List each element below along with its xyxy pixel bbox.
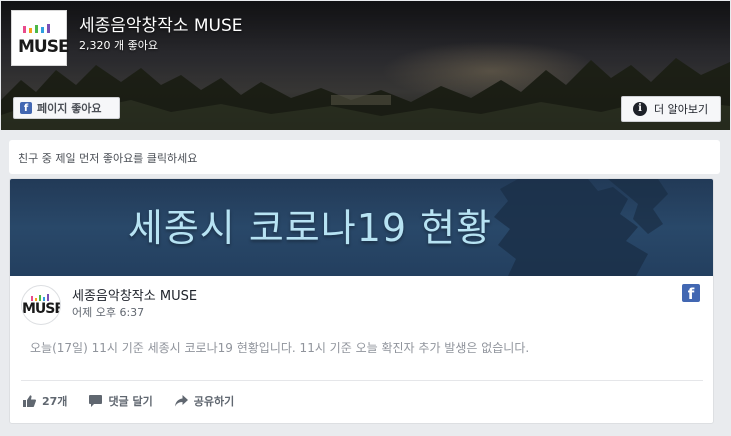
social-context-bar: 친구 중 제일 먼저 좋아요를 클릭하세요 [9,140,720,174]
avatar-logo-bars [31,294,49,301]
page-logo[interactable]: MUSE [11,10,70,66]
learn-more-label: 더 알아보기 [654,103,709,116]
facebook-f-icon: f [20,102,32,114]
share-arrow-icon [174,395,188,407]
learn-more-button[interactable]: i 더 알아보기 [621,96,721,122]
logo-bar [47,24,50,33]
logo-text: MUSE [18,37,70,57]
post-card: 세종시 코로나19 현황 MUSE 세종음악창작소 MUSE 어제 오후 6:3… [9,178,714,424]
post-image[interactable]: 세종시 코로나19 현황 [10,179,713,276]
share-label: 공유하기 [193,395,235,408]
logo-bar [35,25,38,33]
cover-photo[interactable]: MUSE 세종음악창작소 MUSE 2,320 개 좋아요 f 페이지 좋아요 … [1,1,730,130]
comment-bubble-icon [89,395,103,407]
banner-title: 세종시 코로나19 현황 [127,206,493,250]
post-actions: 27개 댓글 달기 공유하기 [23,393,256,409]
like-count: 27개 [42,395,68,408]
like-page-label: 페이지 좋아요 [37,102,102,115]
facebook-icon[interactable]: f [682,284,700,302]
comment-label: 댓글 달기 [108,395,153,408]
avatar-logo-text: MUSE [22,301,61,317]
info-icon: i [633,102,647,116]
like-page-button[interactable]: f 페이지 좋아요 [13,97,120,119]
logo-bar [41,27,44,33]
share-action[interactable]: 공유하기 [174,393,235,409]
logo-bar [47,294,49,301]
logo-bar [23,26,26,33]
logo-bar [29,28,32,33]
page-name[interactable]: 세종음악창작소 MUSE [79,11,243,36]
like-action[interactable]: 27개 [23,393,67,409]
comment-action[interactable]: 댓글 달기 [89,393,153,409]
page-likes-count: 2,320 개 좋아요 [79,39,158,52]
post-divider [21,380,703,381]
post-author-avatar[interactable]: MUSE [21,285,61,325]
thumbs-up-icon [23,395,36,407]
post-timestamp[interactable]: 어제 오후 6:37 [72,304,144,320]
post-author-name[interactable]: 세종음악창작소 MUSE [72,285,197,304]
logo-bars [23,24,50,33]
post-text: 오늘(17일) 11시 기준 세종시 코로나19 현황입니다. 11시 기준 오… [30,341,530,355]
friends-like-prompt: 친구 중 제일 먼저 좋아요를 클릭하세요 [18,152,198,165]
